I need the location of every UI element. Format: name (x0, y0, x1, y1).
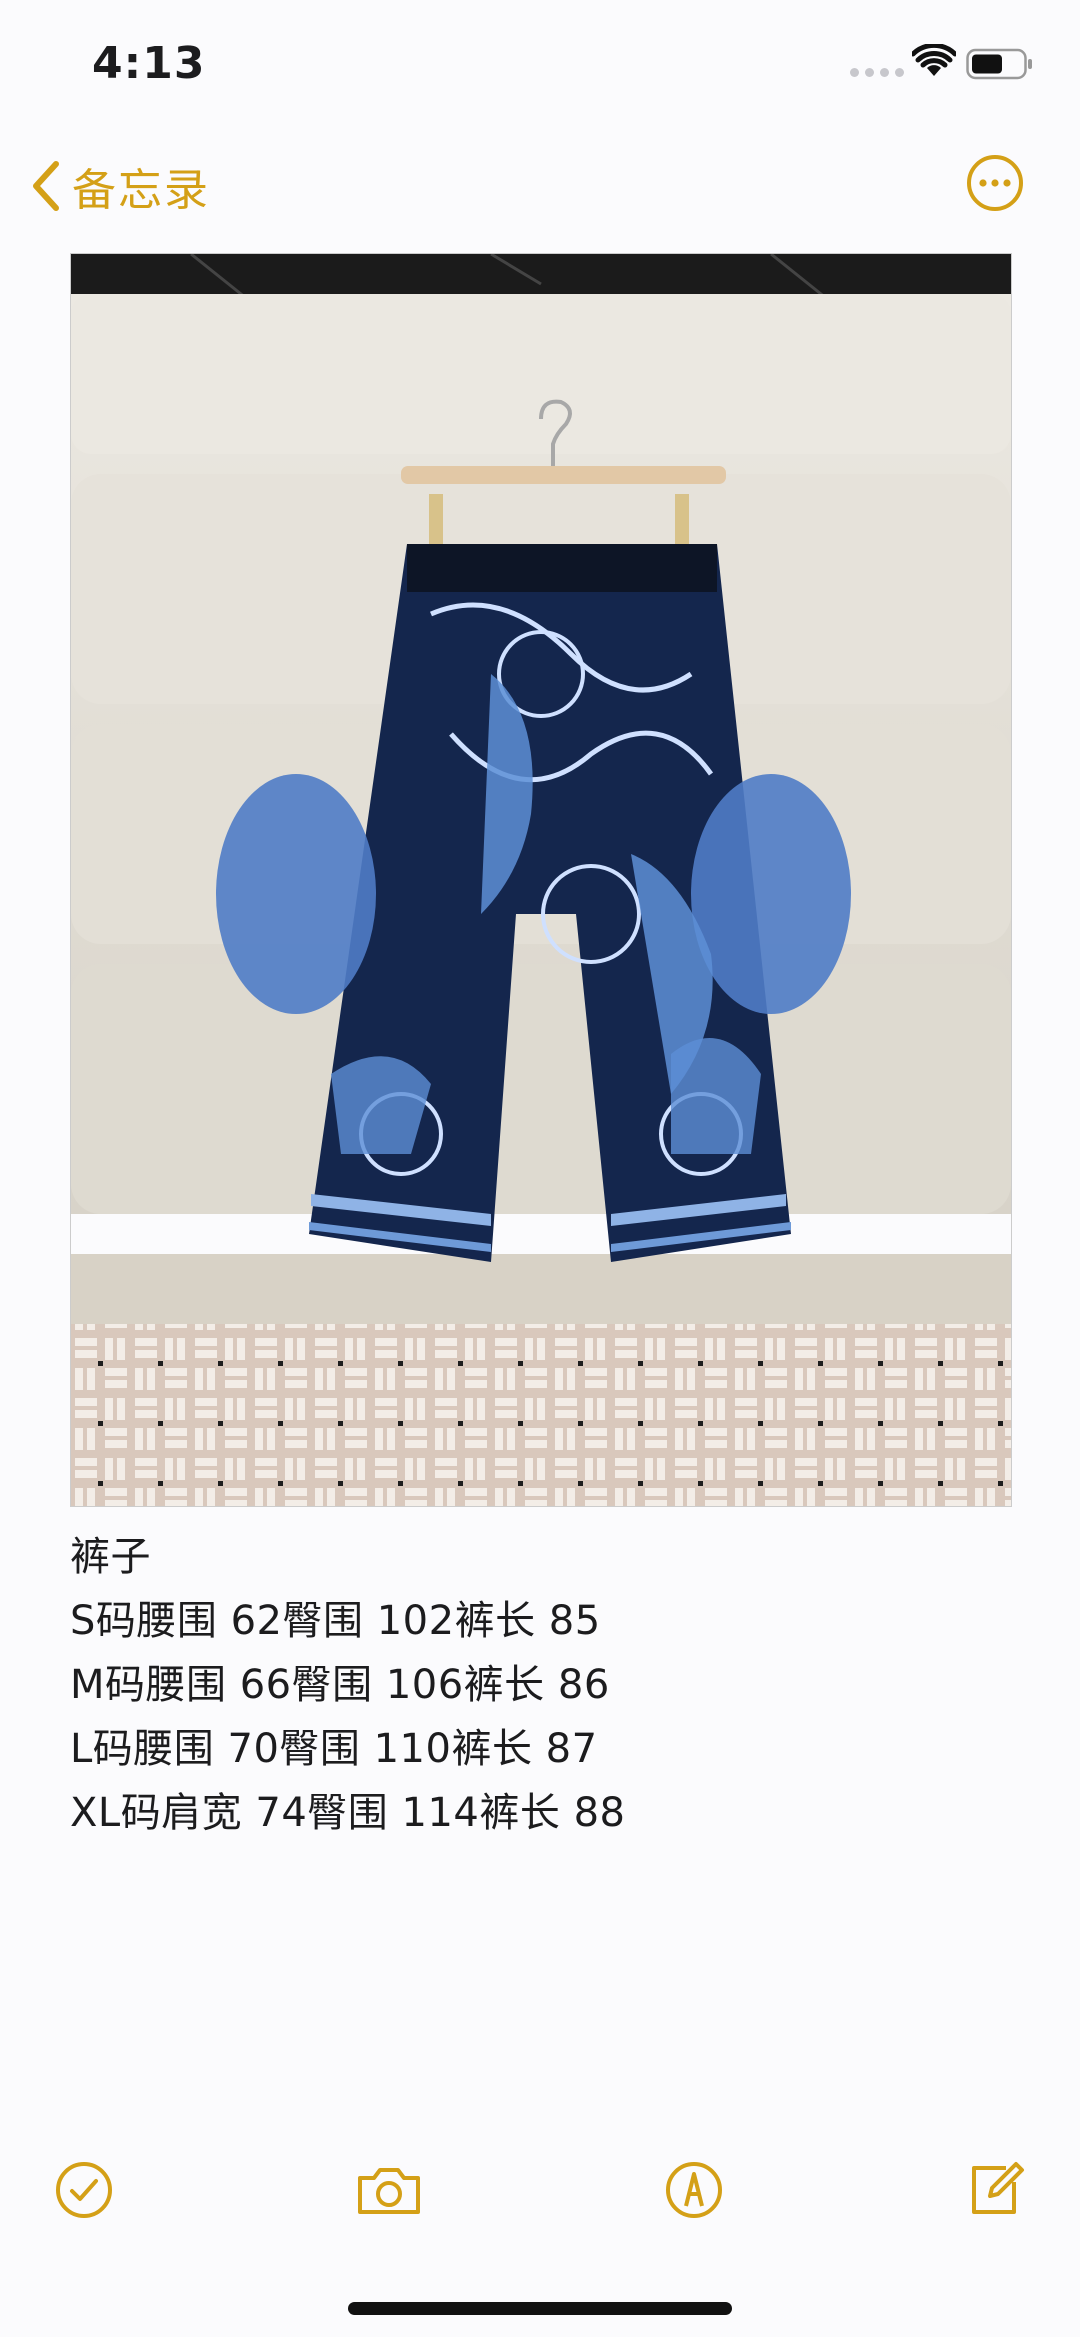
checklist-icon[interactable] (54, 2160, 114, 2220)
cellular-signal-icon (850, 68, 904, 77)
wifi-icon (912, 44, 956, 76)
more-ellipsis-icon[interactable] (966, 154, 1024, 212)
status-bar: 4:13 (0, 0, 1080, 130)
battery-icon (966, 48, 1032, 80)
note-line-size-s: S码腰围 62臀围 102裤长 85 (70, 1598, 601, 1644)
back-button[interactable]: 备忘录 (28, 154, 210, 218)
pants-photo (71, 254, 1011, 1506)
back-button-label: 备忘录 (72, 165, 210, 216)
status-time: 4:13 (92, 38, 206, 89)
camera-icon[interactable] (354, 2160, 424, 2220)
note-photo-attachment[interactable] (70, 253, 1012, 1507)
note-line-size-m: M码腰围 66臀围 106裤长 86 (70, 1662, 610, 1708)
note-title: 裤子 (70, 1534, 151, 1580)
chevron-left-icon (33, 161, 59, 211)
compose-icon[interactable] (966, 2160, 1026, 2220)
note-body[interactable]: 裤子 S码腰围 62臀围 102裤长 85 M码腰围 66臀围 106裤长 86… (70, 1525, 1010, 1845)
note-line-size-l: L码腰围 70臀围 110裤长 87 (70, 1726, 598, 1772)
note-line-size-xl: XL码肩宽 74臀围 114裤长 88 (70, 1790, 626, 1836)
bottom-toolbar (0, 2150, 1080, 2230)
navigation-bar: 备忘录 (0, 140, 1080, 240)
markup-pen-icon[interactable] (664, 2160, 724, 2220)
home-indicator[interactable] (348, 2302, 732, 2315)
